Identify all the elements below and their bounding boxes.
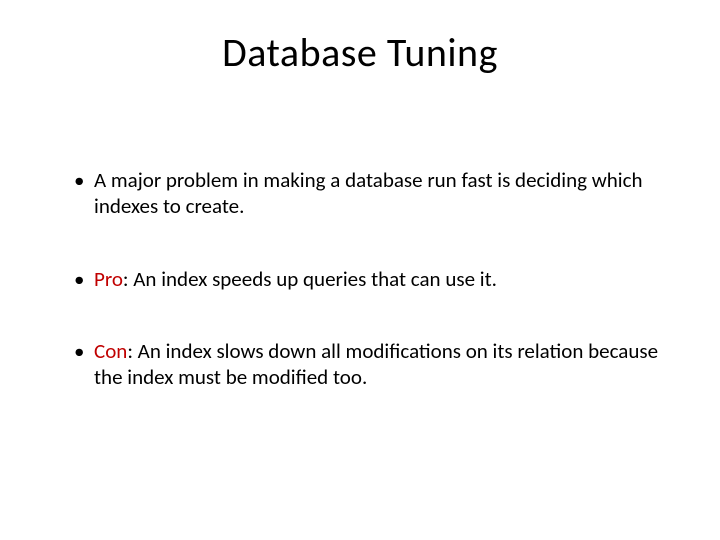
bullet-list: A major problem in making a database run… bbox=[50, 167, 670, 390]
bullet-text: : An index slows down all modifications … bbox=[94, 338, 658, 390]
bullet-item: Pro: An index speeds up queries that can… bbox=[74, 266, 670, 292]
slide: Database Tuning A major problem in makin… bbox=[0, 0, 720, 540]
bullet-text: A major problem in making a database run… bbox=[94, 167, 643, 219]
bullet-label-con: Con bbox=[94, 338, 127, 364]
bullet-text: : An index speeds up queries that can us… bbox=[123, 266, 497, 292]
bullet-label-pro: Pro bbox=[94, 266, 123, 292]
bullet-item: Con: An index slows down all modificatio… bbox=[74, 338, 670, 391]
bullet-item: A major problem in making a database run… bbox=[74, 167, 670, 220]
slide-title: Database Tuning bbox=[50, 28, 670, 77]
